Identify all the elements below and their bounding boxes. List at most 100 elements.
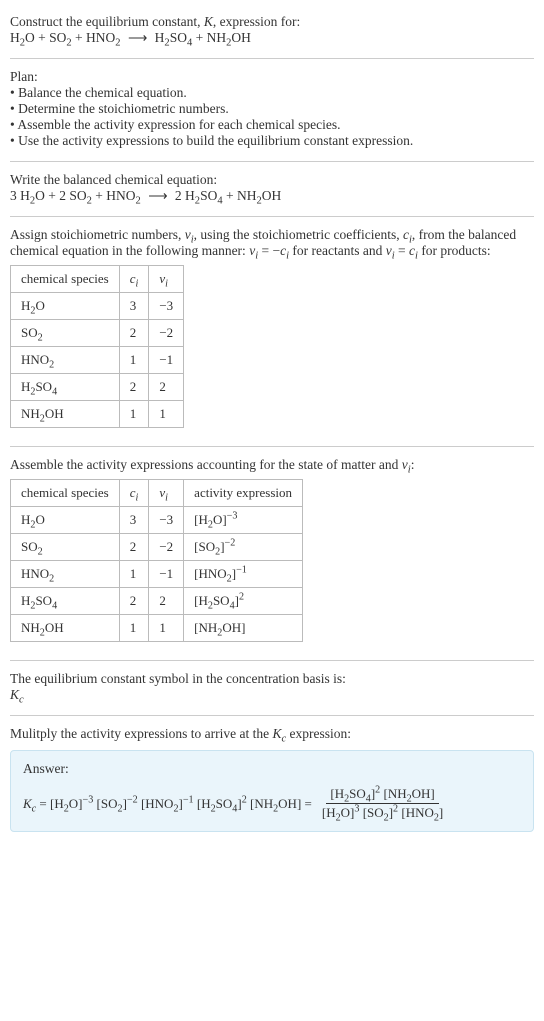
text: = (395, 243, 409, 258)
cell-ci: 1 (119, 347, 149, 374)
plus: + (48, 188, 59, 203)
cell-nu: −2 (149, 534, 184, 561)
text: Assign stoichiometric numbers, (10, 227, 185, 242)
cell-ci: 1 (119, 615, 149, 642)
col-species: chemical species (11, 480, 120, 507)
divider (10, 715, 534, 716)
table-row: H2SO4 2 2 (11, 374, 184, 401)
cell-ci: 2 (119, 320, 149, 347)
cell-nu: −1 (149, 561, 184, 588)
kc-lhs: Kc = [H2O]−3 [SO2]−2 [HNO2]−1 [H2SO4]2 [… (23, 796, 312, 812)
cell-nu: −1 (149, 347, 184, 374)
cell-species: H2O (11, 507, 120, 534)
balanced-label: Write the balanced chemical equation: (10, 172, 534, 188)
cell-activity: [HNO2]−1 (184, 561, 303, 588)
species: SO (69, 188, 86, 203)
symbol-text: The equilibrium constant symbol in the c… (10, 671, 534, 687)
cell-ci: 1 (119, 401, 149, 428)
cell-activity: [H2SO4]2 (184, 588, 303, 615)
symbol-Kc: Kc (10, 687, 534, 703)
kc-expression: Kc = [H2O]−3 [SO2]−2 [HNO2]−1 [H2SO4]2 [… (23, 787, 521, 821)
sub: 4 (187, 38, 192, 49)
species: H (10, 30, 20, 45)
text: = − (258, 243, 280, 258)
plus: + (75, 30, 86, 45)
cell-nu: 2 (149, 374, 184, 401)
cell-species: HNO2 (11, 561, 120, 588)
intro-text2: , expression for: (213, 14, 300, 29)
text: for reactants and (289, 243, 386, 258)
table-row: NH2OH 1 1 (11, 401, 184, 428)
text: : (411, 457, 415, 472)
plus: + (38, 30, 49, 45)
cell-species: H2SO4 (11, 374, 120, 401)
intro-text: Construct the equilibrium constant, (10, 14, 204, 29)
arrow-icon: ⟶ (124, 30, 151, 46)
species: OH (262, 188, 282, 203)
table-header: chemical species ci νi (11, 266, 184, 293)
cell-species: H2SO4 (11, 588, 120, 615)
species: O (35, 188, 45, 203)
cell-ci: 2 (119, 588, 149, 615)
text: Mulitply the activity expressions to arr… (10, 726, 272, 741)
species: SO (49, 30, 66, 45)
arrow-icon: ⟶ (144, 188, 171, 204)
cell-nu: 1 (149, 401, 184, 428)
table-row: HNO2 1 −1 (11, 347, 184, 374)
cell-species: SO2 (11, 320, 120, 347)
cell-nu: 2 (149, 588, 184, 615)
table-row: H2O 3 −3 (11, 293, 184, 320)
answer-box: Answer: Kc = [H2O]−3 [SO2]−2 [HNO2]−1 [H… (10, 750, 534, 832)
species: NH (207, 30, 227, 45)
species: O (25, 30, 35, 45)
sub: 2 (115, 38, 120, 49)
symbol-section: The equilibrium constant symbol in the c… (10, 665, 534, 709)
species: NH (237, 188, 257, 203)
divider (10, 58, 534, 59)
text: expression: (286, 726, 351, 741)
coef: 3 (10, 188, 20, 203)
cell-activity: [H2O]−3 (184, 507, 303, 534)
col-nu: νi (149, 480, 184, 507)
unbalanced-equation: H2O + SO2 + HNO2 ⟶ H2SO4 + NH2OH (10, 30, 251, 45)
divider (10, 446, 534, 447)
cell-ci: 1 (119, 561, 149, 588)
species: HNO (106, 188, 135, 203)
balanced-section: Write the balanced chemical equation: 3 … (10, 166, 534, 210)
cell-nu: −3 (149, 507, 184, 534)
cell-ci: 3 (119, 507, 149, 534)
sub: 2 (87, 196, 92, 207)
stoich-table: chemical species ci νi H2O 3 −3 SO2 2 −2… (10, 265, 184, 428)
kc-denominator: [H2O]3 [SO2]2 [HNO2] (318, 804, 447, 820)
sub: 2 (66, 38, 71, 49)
divider (10, 216, 534, 217)
plus: + (196, 30, 207, 45)
divider (10, 161, 534, 162)
species: H (20, 188, 30, 203)
plan-item: • Use the activity expressions to build … (10, 133, 534, 149)
table-row: H2SO4 2 2 [H2SO4]2 (11, 588, 303, 615)
col-ci: ci (119, 266, 149, 293)
species: H (155, 30, 165, 45)
answer-title: Answer: (23, 761, 521, 777)
table-row: H2O 3 −3 [H2O]−3 (11, 507, 303, 534)
species: HNO (86, 30, 115, 45)
col-activity: activity expression (184, 480, 303, 507)
col-ci: ci (119, 480, 149, 507)
plan-item: • Assemble the activity expression for e… (10, 117, 534, 133)
cell-nu: −2 (149, 320, 184, 347)
divider (10, 660, 534, 661)
cell-activity: [SO2]−2 (184, 534, 303, 561)
sub: 4 (217, 196, 222, 207)
assemble-section: Assemble the activity expressions accoun… (10, 451, 534, 654)
plus: + (226, 188, 237, 203)
text: Assemble the activity expressions accoun… (10, 457, 402, 472)
kc-numerator: [H2SO4]2 [NH2OH] (326, 787, 438, 804)
plan-title: Plan: (10, 69, 534, 85)
cell-ci: 2 (119, 374, 149, 401)
table-row: SO2 2 −2 [SO2]−2 (11, 534, 303, 561)
coef: 2 (175, 188, 185, 203)
cell-activity: [NH2OH] (184, 615, 303, 642)
cell-species: NH2OH (11, 615, 120, 642)
table-row: HNO2 1 −1 [HNO2]−1 (11, 561, 303, 588)
